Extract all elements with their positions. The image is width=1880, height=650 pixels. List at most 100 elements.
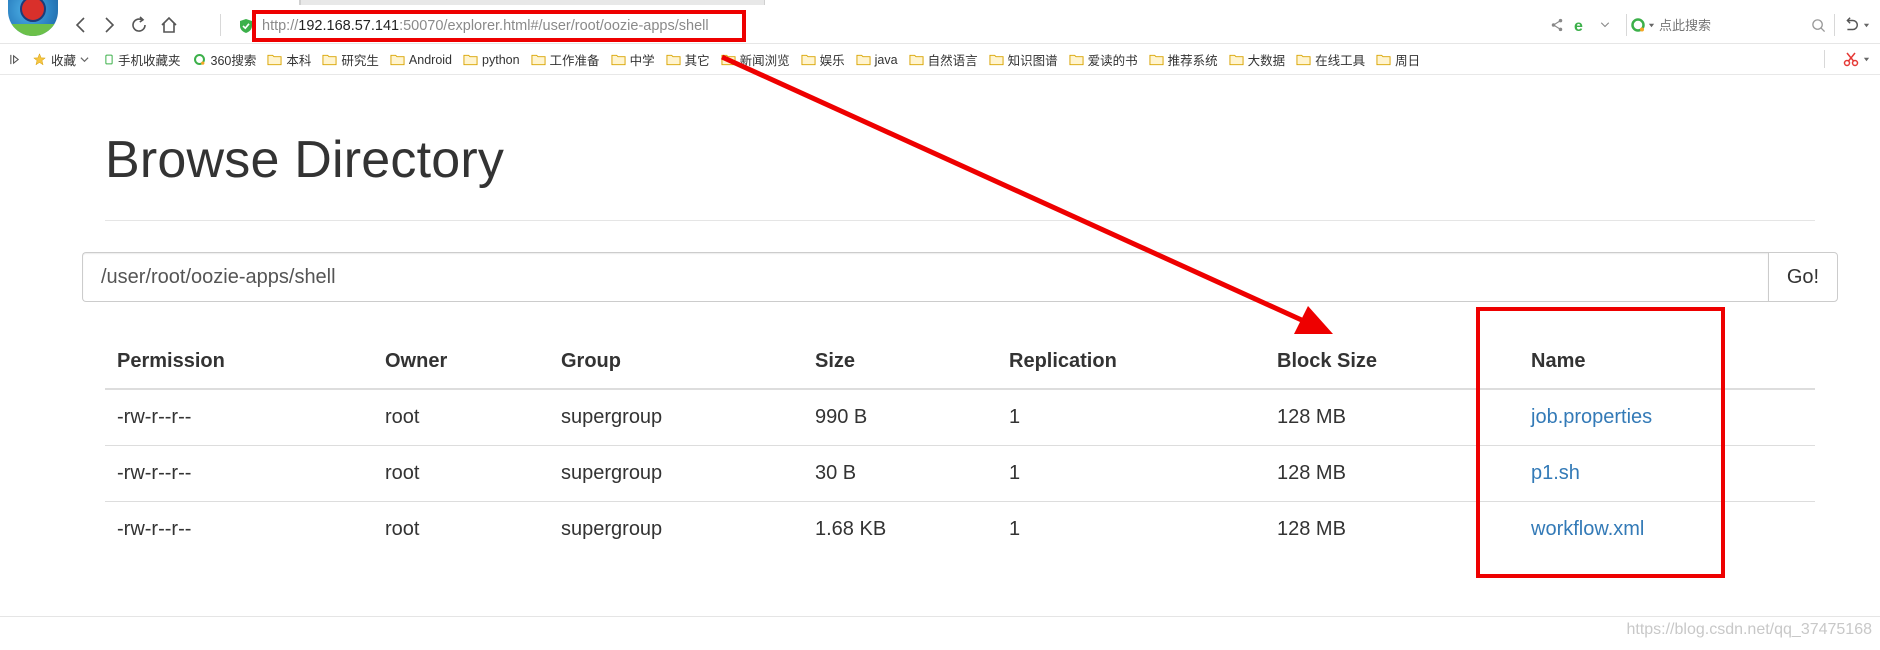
file-listing-table: Permission Owner Group Size Replication … — [105, 335, 1815, 557]
cell-name: job.properties — [1519, 389, 1815, 446]
home-icon — [161, 16, 177, 33]
folder-icon — [267, 54, 282, 66]
folder-icon — [1069, 54, 1084, 66]
cell-permission: -rw-r--r-- — [105, 389, 373, 446]
bookmark-folder[interactable]: 其它 — [662, 49, 717, 71]
cell-size: 1.68 KB — [815, 517, 887, 540]
column-header-group[interactable]: Group — [549, 335, 803, 390]
bookmark-folder[interactable]: 推荐系统 — [1145, 49, 1225, 71]
bookmarks-bar: 收藏 手机收藏夹 360搜索 本科 研究生 Android python 工作准… — [0, 45, 1880, 75]
caret-down-icon — [1863, 23, 1870, 27]
folder-icon — [1229, 54, 1244, 66]
bookmark-folder[interactable]: 娱乐 — [797, 49, 852, 71]
file-link[interactable]: workflow.xml — [1531, 518, 1644, 540]
column-header-size[interactable]: Size — [803, 335, 997, 390]
column-header-name[interactable]: Name — [1519, 335, 1815, 390]
cell-replication: 1 — [997, 445, 1265, 502]
cell-size: 990 B — [803, 389, 997, 446]
bookmark-folder[interactable]: 知识图谱 — [985, 49, 1065, 71]
search-input[interactable] — [1659, 17, 1799, 33]
caret-down-icon[interactable] — [1863, 56, 1870, 63]
refresh-icon — [132, 16, 146, 32]
bookmark-folder[interactable]: 在线工具 — [1292, 49, 1372, 71]
cell-block-size: 128 MB — [1265, 445, 1519, 502]
url-text[interactable]: http://192.168.57.141:50070/explorer.htm… — [262, 18, 709, 34]
cell-permission: -rw-r--r-- — [105, 445, 373, 502]
browser-logo-icon — [8, 0, 58, 36]
scissors-icon[interactable] — [1843, 51, 1859, 67]
cell-permission: -rw-r--r-- — [117, 517, 192, 540]
column-header-replication[interactable]: Replication — [997, 335, 1265, 390]
search-engine-360-icon — [1631, 18, 1645, 32]
bookmark-mobile-favorites[interactable]: 手机收藏夹 — [100, 49, 188, 71]
cell-replication: 1 — [997, 389, 1265, 446]
file-link[interactable]: p1.sh — [1531, 462, 1580, 484]
folder-icon — [989, 54, 1004, 66]
cell-block-size: 128 MB — [1265, 389, 1519, 446]
page-title: Browse Directory — [105, 131, 505, 189]
bookmark-folder[interactable]: java — [852, 49, 905, 71]
bookmark-folder[interactable]: 新闻浏览 — [717, 49, 797, 71]
folder-icon — [909, 54, 924, 66]
toolbar-divider — [1626, 14, 1627, 36]
cell-owner: root — [373, 389, 549, 446]
cell-owner: root — [385, 517, 420, 540]
folder-icon — [463, 54, 478, 66]
bookmark-folder[interactable]: 本科 — [263, 49, 318, 71]
search-icon[interactable] — [1811, 18, 1826, 33]
bookmark-folder[interactable]: 中学 — [607, 49, 662, 71]
bookmark-folder[interactable]: python — [459, 49, 527, 71]
table-row: -rw-r--r-- root supergroup 30 B 1 128 MB… — [105, 445, 1815, 502]
cell-group: supergroup — [549, 445, 803, 502]
bookmark-favorites[interactable]: 收藏 — [28, 49, 100, 71]
cell-size: 30 B — [803, 445, 997, 502]
chevron-down-icon[interactable] — [1596, 16, 1614, 34]
address-bar[interactable]: http://192.168.57.141:50070/explorer.htm… — [236, 13, 746, 39]
bookmark-folder[interactable]: 工作准备 — [527, 49, 607, 71]
bookmark-folder[interactable]: 爱读的书 — [1065, 49, 1145, 71]
column-header-block-size[interactable]: Block Size — [1265, 335, 1519, 390]
directory-path-input[interactable] — [82, 252, 1768, 302]
bookmarks-bar-right — [1824, 50, 1870, 68]
folder-icon — [531, 54, 546, 66]
go-button[interactable]: Go! — [1768, 252, 1838, 302]
search-box[interactable] — [1630, 12, 1830, 38]
forward-button[interactable] — [96, 12, 122, 38]
folder-icon — [856, 54, 871, 66]
cell-name: workflow.xml — [1519, 501, 1815, 557]
cell-name: p1.sh — [1519, 445, 1815, 502]
cell-owner: root — [373, 445, 549, 502]
search-360-icon — [193, 54, 205, 65]
folder-icon — [322, 54, 337, 66]
folder-icon — [1296, 54, 1311, 66]
refresh-button[interactable] — [126, 12, 152, 38]
browser-toolbar: http://192.168.57.141:50070/explorer.htm… — [0, 0, 1880, 44]
tab-inactive[interactable] — [300, 0, 765, 5]
bookmark-folder[interactable]: Android — [386, 49, 459, 71]
star-icon — [33, 53, 46, 66]
column-header-permission[interactable]: Permission — [105, 335, 373, 390]
bookmark-folder[interactable]: 自然语言 — [905, 49, 985, 71]
directory-path-form: Go! — [82, 252, 1838, 302]
folder-icon — [1149, 54, 1164, 66]
sidebar-toggle-icon[interactable] — [0, 45, 28, 75]
back-button[interactable] — [68, 12, 94, 38]
share-icon[interactable] — [1548, 16, 1566, 34]
folder-icon — [666, 54, 681, 66]
file-link[interactable]: job.properties — [1531, 406, 1652, 428]
svg-text:e: e — [1574, 18, 1583, 33]
bookmark-folder[interactable]: 研究生 — [318, 49, 386, 71]
home-button[interactable] — [156, 12, 182, 38]
bookmark-folder[interactable]: 大数据 — [1225, 49, 1293, 71]
undo-close-tab-button[interactable] — [1842, 13, 1872, 37]
bookmark-360-search[interactable]: 360搜索 — [188, 49, 264, 71]
column-header-owner[interactable]: Owner — [373, 335, 549, 390]
watermark: https://blog.csdn.net/qq_37475168 — [1626, 621, 1872, 638]
tab-active[interactable] — [60, 0, 300, 5]
bookmark-folder[interactable]: 周日 — [1372, 49, 1427, 71]
toolbar-divider — [1824, 50, 1825, 68]
caret-down-icon — [1648, 23, 1655, 27]
table-row: -rw-r--r-- root supergroup 1.68 KB 1 128… — [105, 501, 1815, 557]
ie-engine-icon[interactable]: e — [1572, 16, 1590, 34]
chevron-left-icon — [75, 17, 85, 33]
